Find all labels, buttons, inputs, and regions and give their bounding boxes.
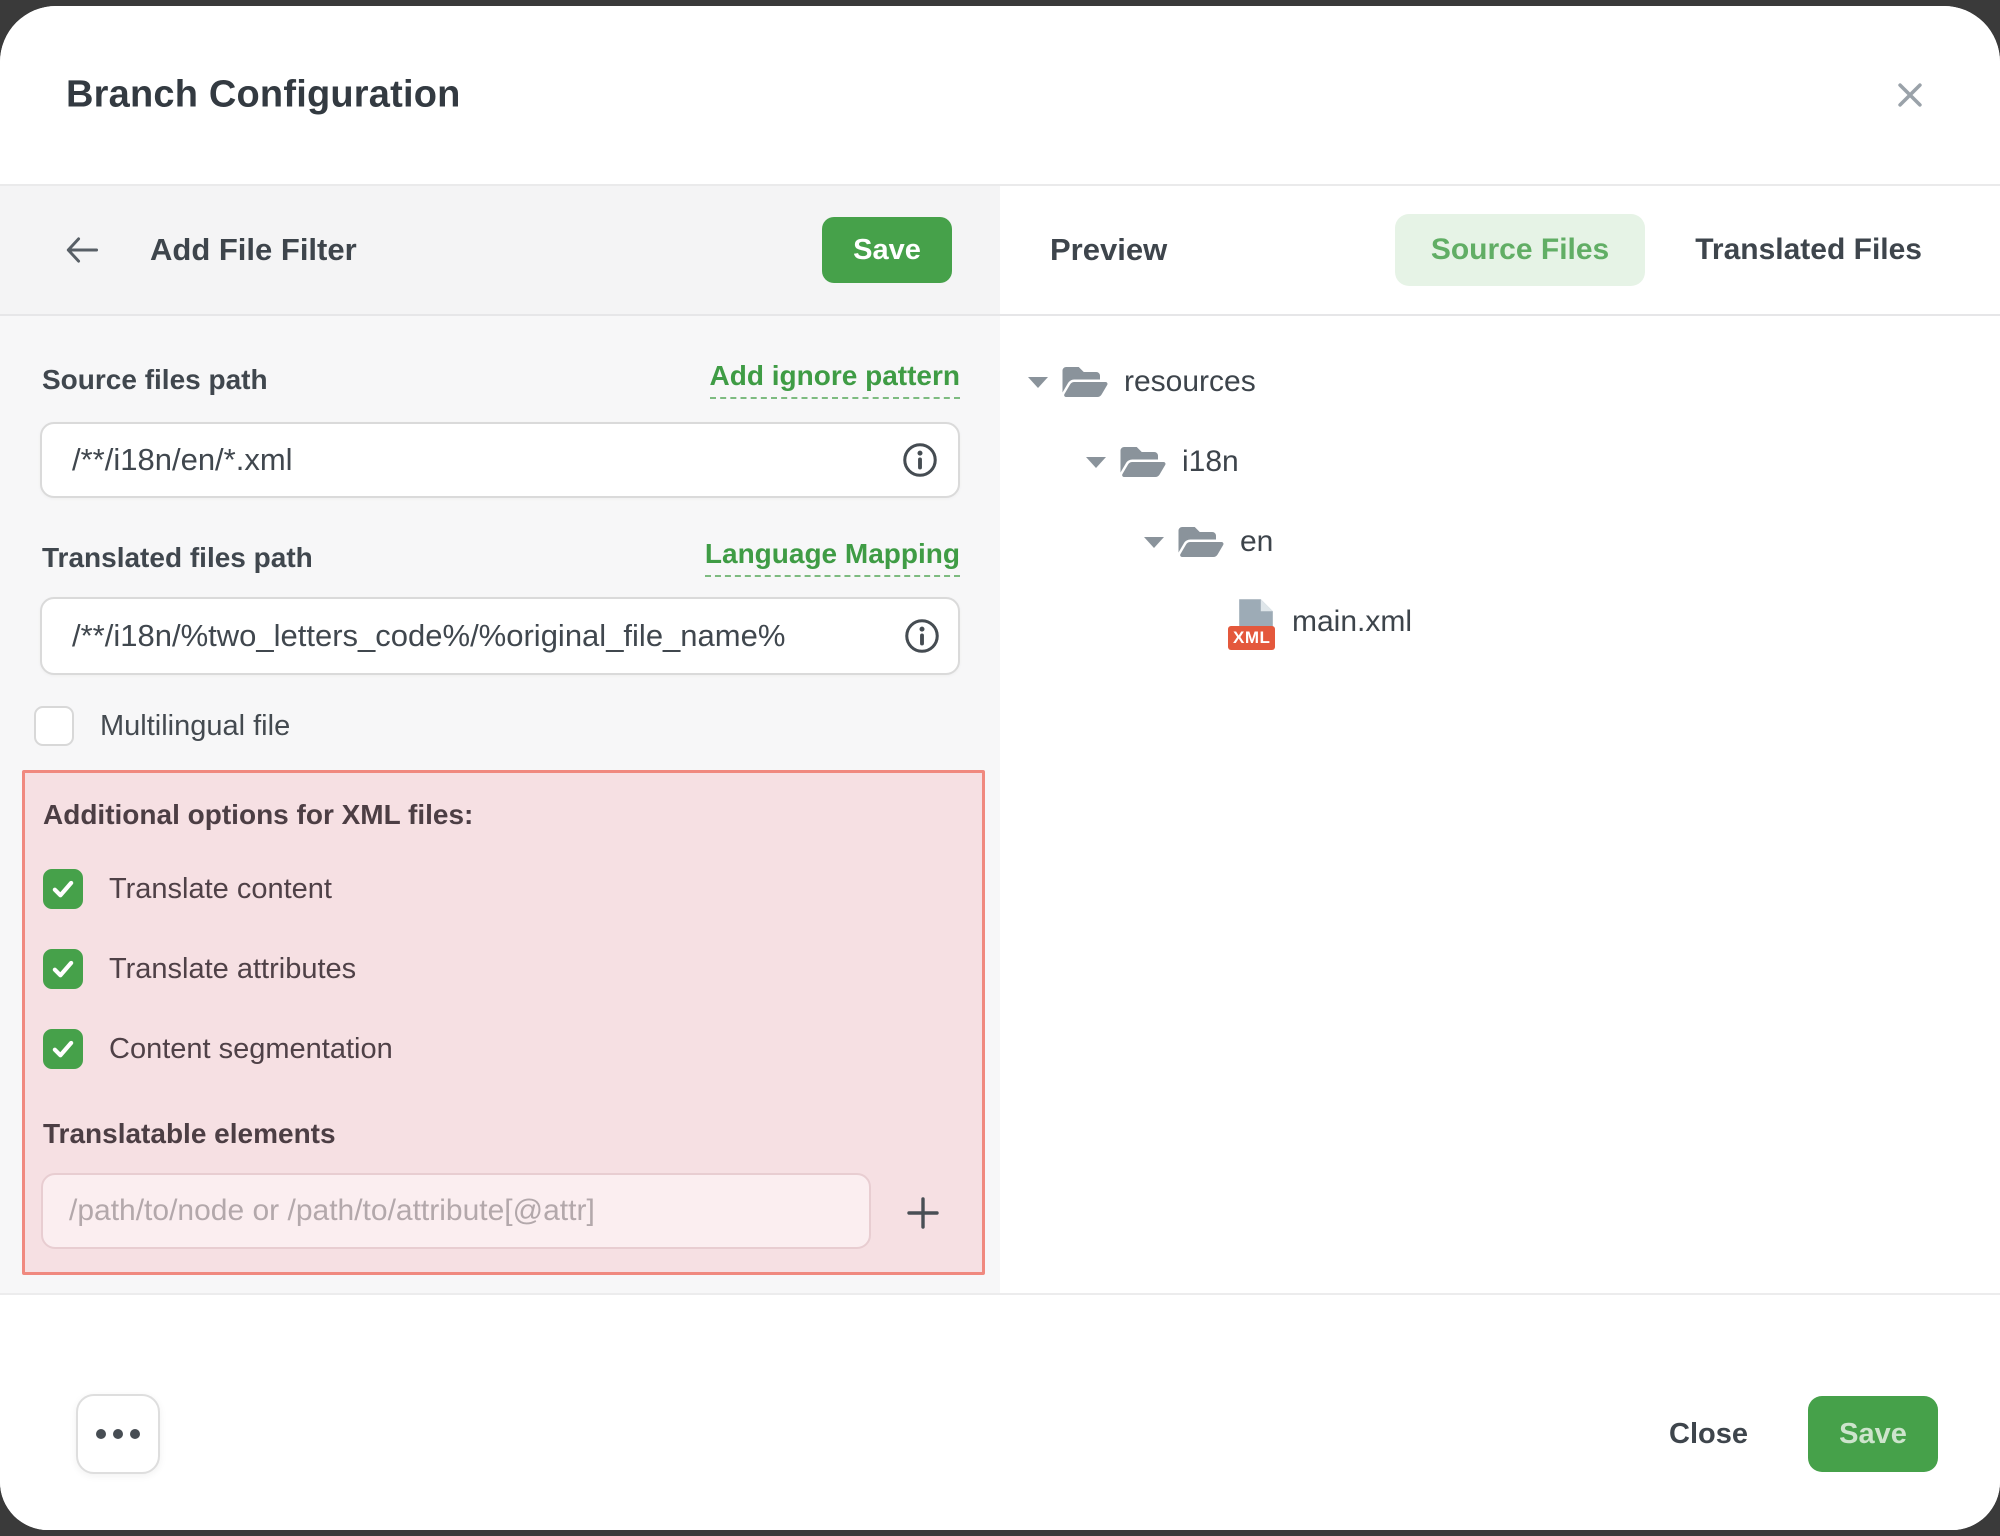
- chevron-down-icon[interactable]: [1144, 537, 1164, 548]
- preview-header: Preview Source Files Translated Files: [1000, 186, 2000, 314]
- source-path-label: Source files path: [42, 364, 268, 396]
- tree-item-label: en: [1240, 525, 1273, 559]
- language-mapping-link[interactable]: Language Mapping: [705, 538, 960, 577]
- xml-badge: XML: [1228, 626, 1275, 650]
- preview-title: Preview: [1050, 232, 1167, 268]
- tree-row-en[interactable]: en: [1000, 502, 2000, 582]
- check-icon: [49, 875, 77, 903]
- translated-path-input[interactable]: [40, 597, 960, 675]
- footer-close-button[interactable]: Close: [1663, 1417, 1754, 1452]
- preview-tabs: Source Files Translated Files: [1395, 214, 1928, 286]
- tree-item-label: main.xml: [1292, 605, 1412, 639]
- xml-file-icon: XML: [1236, 598, 1276, 646]
- tree-item-label: i18n: [1182, 445, 1239, 479]
- add-translatable-element-button[interactable]: [899, 1189, 947, 1237]
- close-modal-button[interactable]: [1886, 71, 1934, 119]
- filter-save-button[interactable]: Save: [822, 217, 952, 283]
- tree-row-resources[interactable]: resources: [1000, 342, 2000, 422]
- file-filter-form: Source files path Add ignore pattern Tra…: [0, 316, 1000, 1293]
- header-band: Add File Filter Save Preview Source File…: [0, 184, 2000, 316]
- branch-configuration-modal: Branch Configuration Add File Filter Sav…: [0, 6, 2000, 1530]
- source-path-input[interactable]: [40, 422, 960, 498]
- folder-open-icon: [1062, 362, 1108, 402]
- translatable-elements-label: Translatable elements: [43, 1118, 336, 1150]
- folder-open-icon: [1178, 522, 1224, 562]
- translate-content-label: Translate content: [109, 873, 332, 906]
- content-segmentation-label: Content segmentation: [109, 1033, 393, 1066]
- filter-panel-title: Add File Filter: [150, 232, 357, 268]
- tree-row-main-xml[interactable]: XML main.xml: [1000, 582, 2000, 662]
- add-ignore-pattern-link[interactable]: Add ignore pattern: [710, 360, 960, 399]
- check-icon: [49, 955, 77, 983]
- file-tree: resources i18n en: [1000, 316, 2000, 1293]
- close-icon: [1892, 75, 1928, 115]
- info-circle-icon[interactable]: [904, 618, 940, 654]
- modal-footer: Close Save: [0, 1293, 2000, 1530]
- translatable-elements-input[interactable]: [41, 1173, 871, 1249]
- translate-attributes-row[interactable]: Translate attributes: [43, 949, 356, 989]
- arrow-left-icon: [64, 232, 100, 268]
- folder-open-icon: [1120, 442, 1166, 482]
- more-options-button[interactable]: [76, 1394, 160, 1474]
- tree-row-i18n[interactable]: i18n: [1000, 422, 2000, 502]
- translate-attributes-label: Translate attributes: [109, 953, 356, 986]
- footer-save-button[interactable]: Save: [1808, 1396, 1938, 1472]
- plus-icon: [903, 1193, 943, 1233]
- modal-title: Branch Configuration: [66, 74, 461, 117]
- xml-options-heading: Additional options for XML files:: [43, 799, 473, 831]
- translate-content-checkbox[interactable]: [43, 869, 83, 909]
- modal-titlebar: Branch Configuration: [0, 6, 2000, 184]
- check-icon: [49, 1035, 77, 1063]
- translate-content-row[interactable]: Translate content: [43, 869, 332, 909]
- translate-attributes-checkbox[interactable]: [43, 949, 83, 989]
- ellipsis-icon: [96, 1429, 140, 1439]
- multilingual-checkbox[interactable]: [34, 706, 74, 746]
- xml-options-section: Additional options for XML files: Transl…: [22, 770, 985, 1275]
- tree-item-label: resources: [1124, 365, 1256, 399]
- chevron-down-icon[interactable]: [1028, 377, 1048, 388]
- info-circle-icon[interactable]: [902, 442, 938, 478]
- content-segmentation-row[interactable]: Content segmentation: [43, 1029, 393, 1069]
- chevron-down-icon[interactable]: [1086, 457, 1106, 468]
- filter-header: Add File Filter Save: [0, 186, 1000, 314]
- translated-path-label: Translated files path: [42, 542, 313, 574]
- tab-source-files[interactable]: Source Files: [1395, 214, 1645, 286]
- footer-actions: Close Save: [1663, 1394, 1938, 1474]
- tab-translated-files[interactable]: Translated Files: [1689, 232, 1928, 268]
- back-button[interactable]: [58, 226, 106, 274]
- multilingual-checkbox-row[interactable]: Multilingual file: [34, 706, 290, 746]
- content-segmentation-checkbox[interactable]: [43, 1029, 83, 1069]
- multilingual-label: Multilingual file: [100, 710, 290, 743]
- modal-content: Source files path Add ignore pattern Tra…: [0, 316, 2000, 1293]
